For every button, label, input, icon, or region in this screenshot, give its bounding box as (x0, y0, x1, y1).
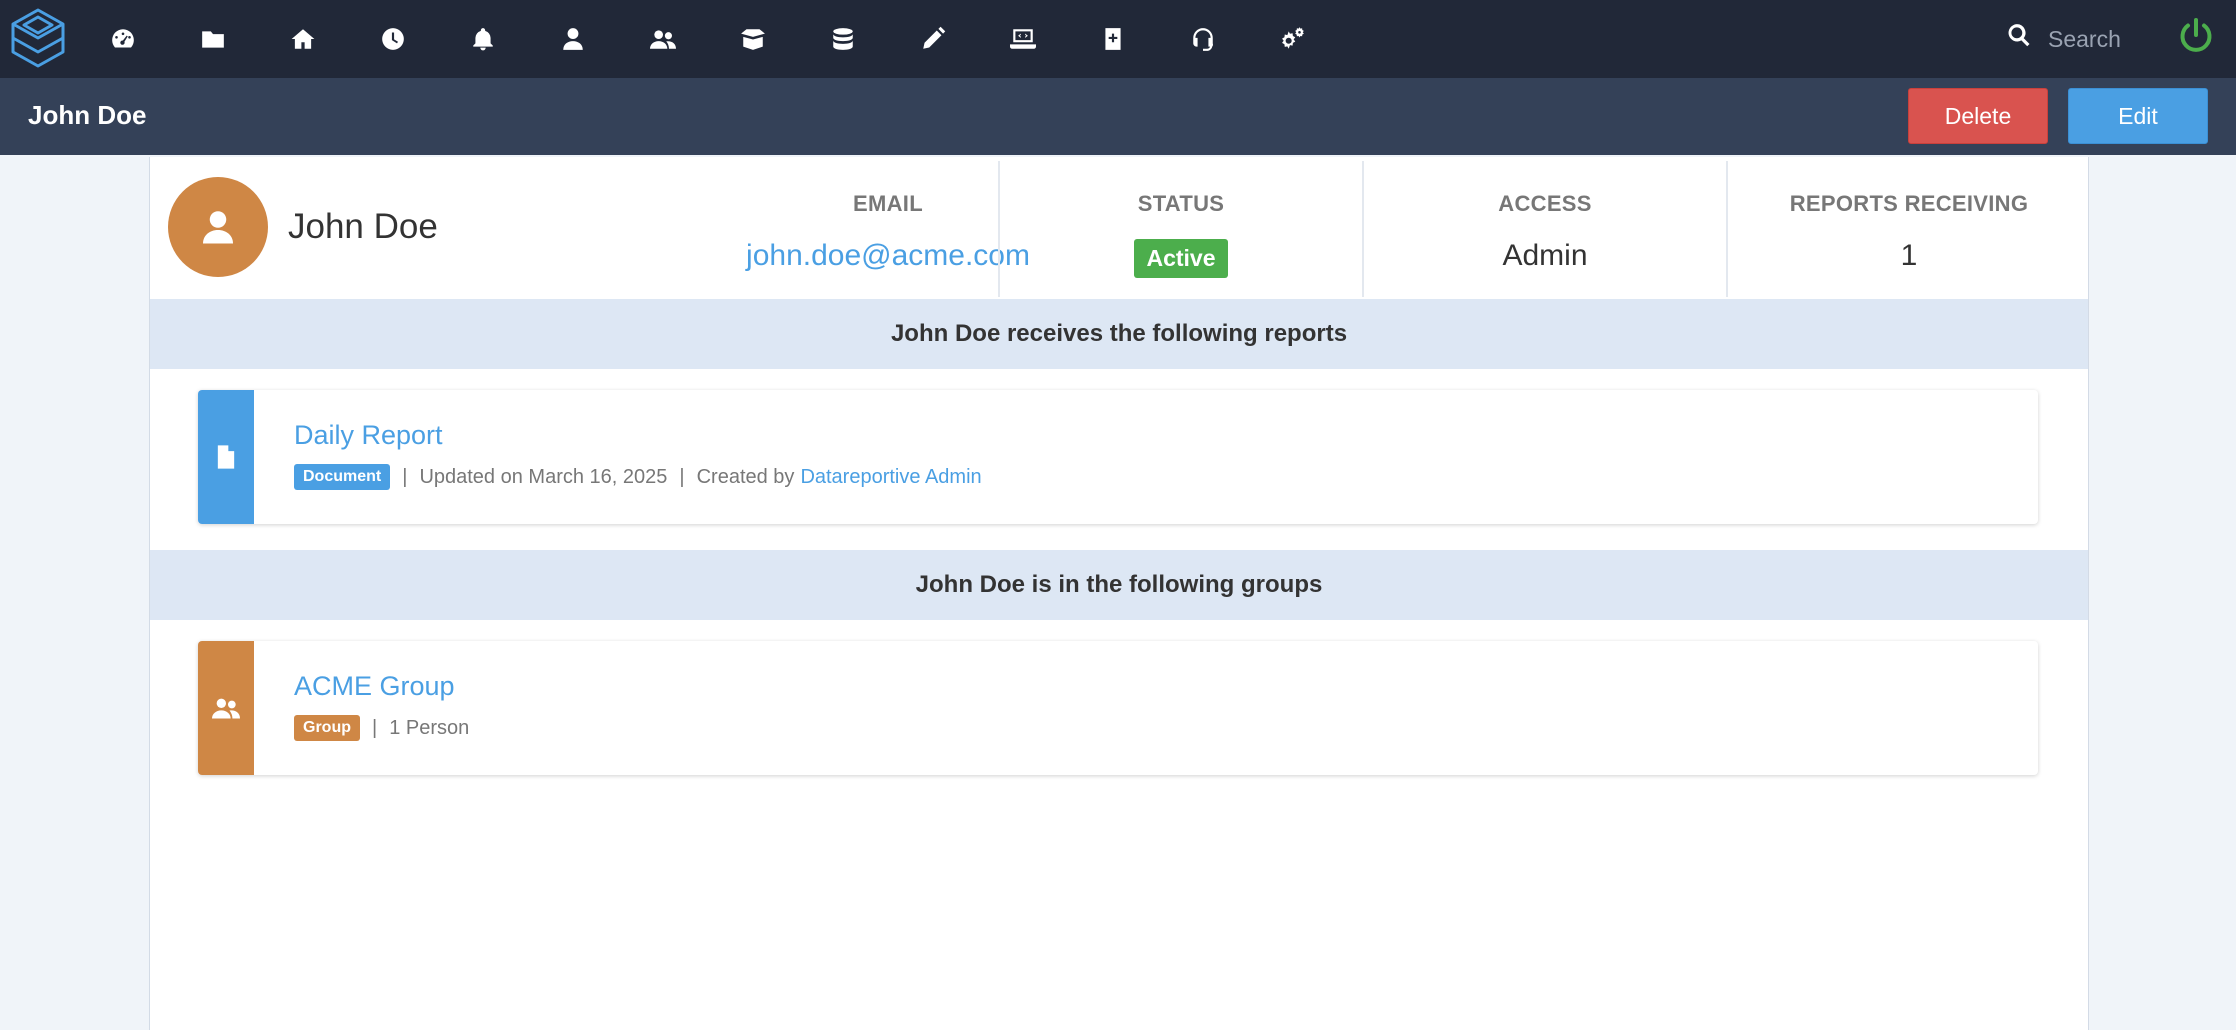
avatar (168, 177, 268, 277)
status-label: STATUS (1137, 191, 1225, 216)
report-card[interactable]: Daily Report Document | Updated on March… (198, 390, 2038, 524)
settings-gears-icon[interactable] (1273, 19, 1313, 59)
notebook-plus-icon[interactable] (1093, 19, 1133, 59)
report-title-link[interactable]: Daily Report (294, 420, 443, 451)
reports-receiving-value: 1 (1900, 239, 1918, 272)
meta-separator: | (372, 716, 378, 739)
users-icon (212, 698, 240, 719)
document-tag: Document (294, 464, 391, 490)
document-icon (217, 445, 235, 469)
groups-section-heading: John Doe is in the following groups (150, 550, 2088, 620)
headset-icon[interactable] (1183, 19, 1223, 59)
group-stripe (198, 641, 254, 775)
profile-name: John Doe (288, 207, 438, 246)
group-title-link[interactable]: ACME Group (294, 671, 455, 702)
report-meta: Document | Updated on March 16, 2025 | C… (294, 464, 982, 490)
access-label: ACCESS (1498, 191, 1592, 216)
meta-separator: | (402, 465, 408, 488)
meta-separator: | (679, 465, 685, 488)
pencil-icon[interactable] (913, 19, 953, 59)
database-icon[interactable] (823, 19, 863, 59)
access-stat: ACCESS Admin (1362, 161, 1726, 297)
app-logo-icon[interactable] (10, 7, 66, 69)
report-creator-link[interactable]: Datareportive Admin (800, 466, 981, 489)
users-icon[interactable] (643, 19, 683, 59)
reports-receiving-stat: REPORTS RECEIVING 1 (1726, 161, 2090, 297)
dashboard-gauge-icon[interactable] (103, 19, 143, 59)
profile-summary: John Doe EMAIL john.doe@acme.com STATUS … (150, 157, 2088, 297)
folder-icon[interactable] (193, 19, 233, 59)
page-header: John Doe Delete Edit (0, 78, 2236, 155)
access-value: Admin (1502, 239, 1588, 272)
group-card[interactable]: ACME Group Group | 1 Person (198, 641, 2038, 775)
history-clock-icon[interactable] (373, 19, 413, 59)
group-tag: Group (294, 715, 360, 741)
reports-receiving-label: REPORTS RECEIVING (1789, 191, 2029, 216)
status-badge: Active (1134, 239, 1228, 278)
box-icon[interactable] (733, 19, 773, 59)
group-member-count: 1 Person (389, 716, 470, 739)
report-created-prefix: Created by (696, 465, 795, 488)
power-logout-icon[interactable] (2176, 16, 2216, 56)
status-stat: STATUS Active (998, 161, 1362, 297)
top-navbar (0, 0, 2236, 78)
bell-icon[interactable] (463, 19, 503, 59)
report-updated-date: Updated on March 16, 2025 (419, 465, 668, 488)
group-meta: Group | 1 Person (294, 715, 469, 741)
laptop-code-icon[interactable] (1003, 19, 1043, 59)
user-detail-card: John Doe EMAIL john.doe@acme.com STATUS … (149, 157, 2089, 1030)
delete-button[interactable]: Delete (1908, 88, 2048, 144)
user-icon[interactable] (553, 19, 593, 59)
edit-button[interactable]: Edit (2068, 88, 2208, 144)
report-stripe (198, 390, 254, 524)
home-icon[interactable] (283, 19, 323, 59)
page-title: John Doe (28, 100, 147, 130)
search-icon[interactable] (2006, 22, 2036, 52)
search-input[interactable] (2046, 18, 2170, 60)
reports-section-heading: John Doe receives the following reports (150, 299, 2088, 369)
user-icon (203, 211, 233, 244)
